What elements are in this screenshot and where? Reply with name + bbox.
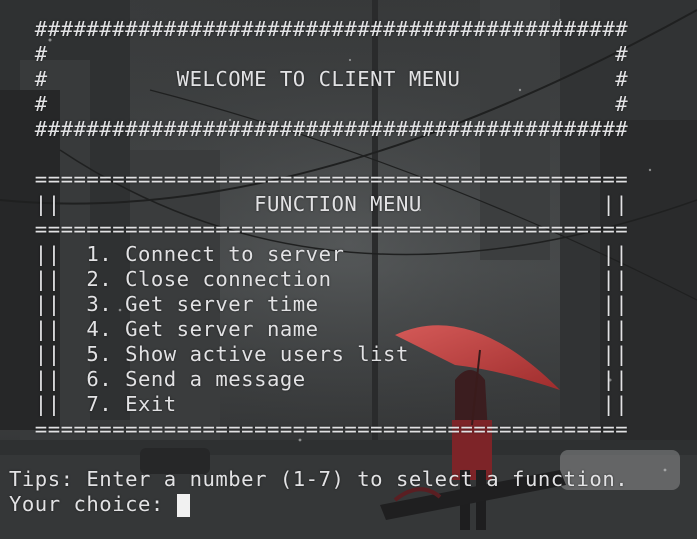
- menu-option-send-message: || 6. Send a message ||: [9, 367, 629, 391]
- menu-option-server-name: || 4. Get server name ||: [9, 317, 629, 341]
- banner-border-bottom: ########################################…: [9, 117, 629, 141]
- menu-option-server-time: || 3. Get server time ||: [9, 292, 629, 316]
- menu-divider-bottom: ========================================…: [9, 417, 629, 441]
- text-cursor[interactable]: [177, 494, 190, 517]
- menu-title: || FUNCTION MENU ||: [9, 192, 629, 216]
- menu-option-active-users: || 5. Show active users list ||: [9, 342, 629, 366]
- menu-option-close-connection: || 2. Close connection ||: [9, 267, 629, 291]
- banner-border-line: # #: [9, 42, 629, 66]
- terminal-window[interactable]: ########################################…: [0, 0, 697, 539]
- tips-text: Tips: Enter a number (1-7) to select a f…: [9, 467, 629, 491]
- banner-border-line: # #: [9, 92, 629, 116]
- banner-border-top: ########################################…: [9, 17, 629, 41]
- menu-divider-top: ========================================…: [9, 167, 629, 191]
- welcome-title: # WELCOME TO CLIENT MENU #: [9, 67, 629, 91]
- menu-option-connect: || 1. Connect to server ||: [9, 242, 629, 266]
- menu-divider: ========================================…: [9, 217, 629, 241]
- choice-prompt: Your choice:: [9, 492, 177, 516]
- menu-option-exit: || 7. Exit ||: [9, 392, 629, 416]
